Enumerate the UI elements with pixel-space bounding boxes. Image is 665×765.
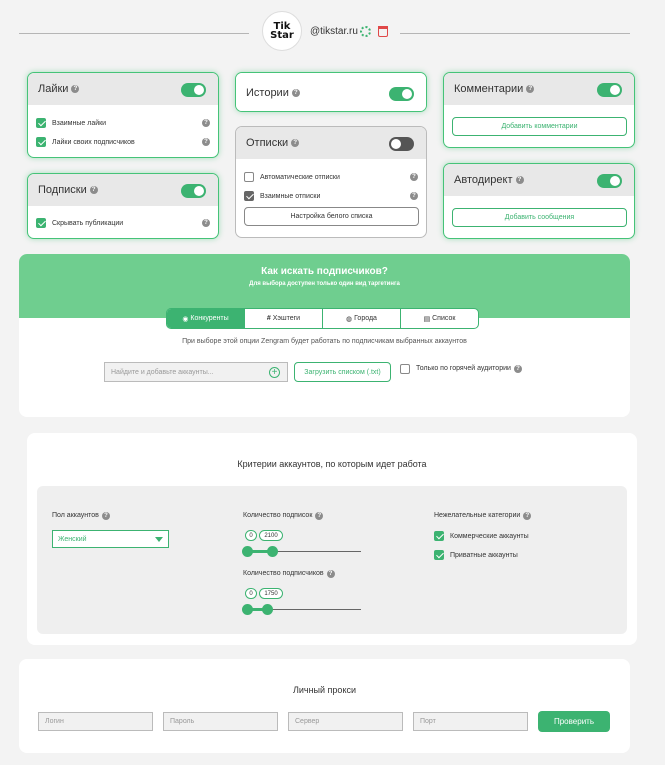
proxy-panel: Личный прокси Логин Пароль Сервер Порт П… bbox=[19, 659, 630, 753]
globe-icon: ◍ bbox=[346, 315, 355, 323]
user-icon: ◉ bbox=[182, 315, 191, 323]
likes-option-followers[interactable]: Лайки своих подписчиков? bbox=[36, 135, 210, 149]
followers-max-handle[interactable] bbox=[262, 604, 273, 615]
checkbox[interactable] bbox=[36, 137, 46, 147]
help-icon[interactable]: ? bbox=[202, 219, 210, 227]
checkbox[interactable] bbox=[244, 172, 254, 182]
add-circle-icon[interactable]: + bbox=[269, 367, 280, 378]
help-icon[interactable]: ? bbox=[101, 512, 110, 520]
header-divider-right bbox=[400, 33, 630, 34]
unfollows-toggle[interactable] bbox=[389, 137, 414, 151]
gender-label: Пол аккаунтов? bbox=[52, 512, 110, 520]
help-icon[interactable]: ? bbox=[202, 119, 210, 127]
gear-icon[interactable] bbox=[360, 26, 371, 37]
header-divider-left bbox=[19, 33, 249, 34]
whitelist-button[interactable]: Настройка белого списка bbox=[244, 207, 419, 226]
list-icon: ▤ bbox=[423, 315, 433, 323]
tab-list[interactable]: ▤ Список bbox=[400, 309, 478, 328]
tab-cities[interactable]: ◍ Города bbox=[322, 309, 400, 328]
followers-label: Количество подписчиков? bbox=[243, 570, 335, 578]
check-proxy-button[interactable]: Проверить bbox=[538, 711, 610, 732]
likes-toggle[interactable] bbox=[181, 83, 206, 97]
follows-title: Подписки bbox=[38, 184, 87, 196]
stories-card: Истории? bbox=[235, 72, 427, 112]
trash-icon[interactable] bbox=[378, 26, 388, 37]
unfollows-title: Отписки bbox=[246, 137, 289, 149]
help-icon[interactable]: ? bbox=[513, 365, 522, 373]
likes-title: Лайки bbox=[38, 83, 69, 95]
proxy-port-input[interactable]: Порт bbox=[413, 712, 528, 731]
gender-select[interactable]: Женский bbox=[52, 530, 169, 548]
targeting-title: Как искать подписчиков? bbox=[261, 266, 388, 277]
followers-min-handle[interactable] bbox=[242, 604, 253, 615]
autodirect-toggle[interactable] bbox=[597, 174, 622, 188]
account-username: @tikstar.ru bbox=[310, 26, 358, 37]
comments-card: Комментарии? Добавить комментарии bbox=[443, 72, 635, 148]
following-label: Количество подписок? bbox=[243, 512, 324, 520]
following-max-handle[interactable] bbox=[267, 546, 278, 557]
help-icon[interactable]: ? bbox=[410, 173, 418, 181]
help-icon[interactable]: ? bbox=[89, 186, 98, 194]
proxy-server-input[interactable]: Сервер bbox=[288, 712, 403, 731]
likes-card: Лайки? Взаимные лайки? Лайки своих подпи… bbox=[27, 72, 219, 158]
targeting-panel: Как искать подписчиков? Для выбора досту… bbox=[19, 254, 630, 417]
hot-audience-label: Только по горячей аудитории? bbox=[416, 365, 522, 373]
add-messages-button[interactable]: Добавить сообщения bbox=[452, 208, 627, 227]
app-logo: Tik Star bbox=[262, 11, 302, 51]
upload-list-button[interactable]: Загрузить списком (.txt) bbox=[294, 362, 391, 382]
help-icon[interactable]: ? bbox=[291, 89, 300, 97]
checkbox[interactable] bbox=[244, 191, 254, 201]
unwanted-commercial[interactable]: Коммерческие аккаунты bbox=[434, 529, 584, 543]
help-icon[interactable]: ? bbox=[202, 138, 210, 146]
proxy-password-input[interactable]: Пароль bbox=[163, 712, 278, 731]
following-min-handle[interactable] bbox=[242, 546, 253, 557]
checkbox[interactable] bbox=[36, 118, 46, 128]
account-search-input[interactable]: Найдите и добавьте аккаунты... bbox=[104, 362, 288, 382]
checkbox[interactable] bbox=[434, 531, 444, 541]
proxy-title: Личный прокси bbox=[292, 685, 357, 695]
followers-min-value[interactable]: 0 bbox=[245, 588, 257, 599]
unfollows-card: Отписки? Автоматические отписки? Взаимны… bbox=[235, 126, 427, 238]
likes-option-mutual[interactable]: Взаимные лайки? bbox=[36, 116, 210, 130]
autodirect-card: Автодирект? Добавить сообщения bbox=[443, 163, 635, 239]
unwanted-label: Нежелательные категории? bbox=[434, 512, 532, 520]
stories-title: Истории bbox=[246, 87, 289, 99]
help-icon[interactable]: ? bbox=[291, 139, 300, 147]
targeting-description: При выборе этой опции Zengram будет рабо… bbox=[182, 338, 467, 345]
targeting-subtitle: Для выбора доступен только один вид тарг… bbox=[249, 281, 400, 287]
help-icon[interactable]: ? bbox=[410, 192, 418, 200]
comments-toggle[interactable] bbox=[597, 83, 622, 97]
comments-title: Комментарии bbox=[454, 83, 524, 95]
unfollows-option-mutual[interactable]: Взаимные отписки? bbox=[244, 189, 418, 203]
help-icon[interactable]: ? bbox=[515, 176, 524, 184]
followers-max-value[interactable]: 1750 bbox=[259, 588, 283, 599]
targeting-tabs: ◉ Конкуренты # Хэштеги ◍ Города ▤ Список bbox=[166, 308, 479, 329]
following-max-value[interactable]: 2100 bbox=[259, 530, 283, 541]
add-comments-button[interactable]: Добавить комментарии bbox=[452, 117, 627, 136]
help-icon[interactable]: ? bbox=[71, 85, 80, 93]
follows-option-hide-posts[interactable]: Скрывать публикации? bbox=[36, 216, 210, 230]
hot-audience-checkbox[interactable] bbox=[400, 364, 410, 374]
autodirect-title: Автодирект bbox=[454, 174, 513, 186]
help-icon[interactable]: ? bbox=[326, 570, 335, 578]
checkbox[interactable] bbox=[36, 218, 46, 228]
stories-toggle[interactable] bbox=[389, 87, 414, 101]
chevron-down-icon bbox=[155, 537, 163, 542]
help-icon[interactable]: ? bbox=[523, 512, 532, 520]
follows-toggle[interactable] bbox=[181, 184, 206, 198]
proxy-login-input[interactable]: Логин bbox=[38, 712, 153, 731]
tab-hashtags[interactable]: # Хэштеги bbox=[244, 309, 322, 328]
unfollows-option-auto[interactable]: Автоматические отписки? bbox=[244, 170, 418, 184]
help-icon[interactable]: ? bbox=[315, 512, 324, 520]
help-icon[interactable]: ? bbox=[526, 85, 535, 93]
following-min-value[interactable]: 0 bbox=[245, 530, 257, 541]
unwanted-private[interactable]: Приватные аккаунты bbox=[434, 548, 584, 562]
follows-card: Подписки? Скрывать публикации? bbox=[27, 173, 219, 239]
checkbox[interactable] bbox=[434, 550, 444, 560]
criteria-panel: Критерии аккаунтов, по которым идет рабо… bbox=[27, 433, 637, 645]
criteria-title: Критерии аккаунтов, по которым идет рабо… bbox=[237, 459, 427, 469]
tab-competitors[interactable]: ◉ Конкуренты bbox=[167, 309, 244, 328]
